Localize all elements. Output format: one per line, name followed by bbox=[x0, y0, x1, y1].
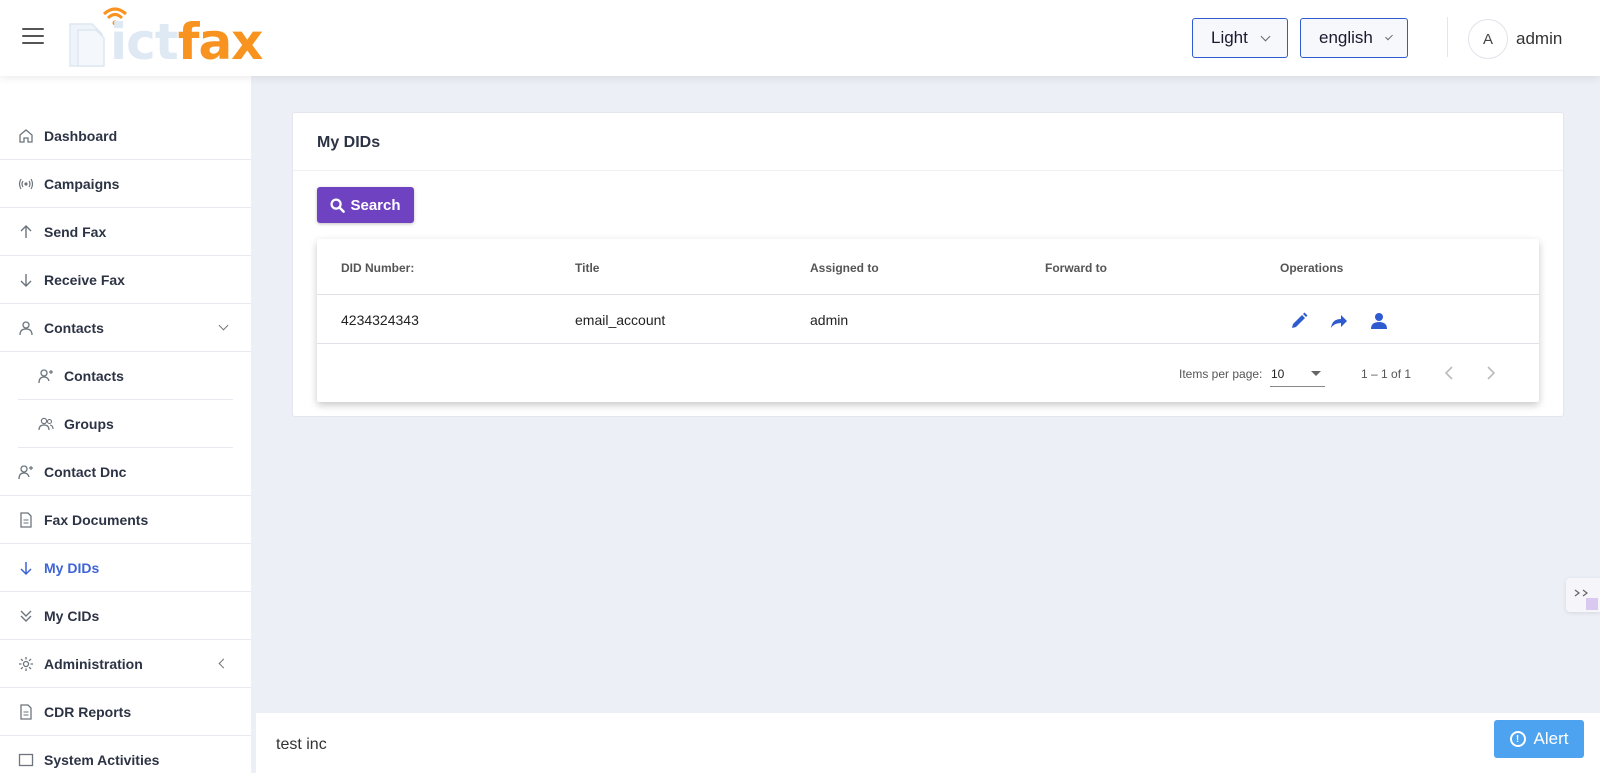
sidebar-subitem-contacts[interactable]: Contacts bbox=[18, 352, 233, 400]
sidebar-item-fax-documents[interactable]: Fax Documents bbox=[0, 496, 251, 544]
sidebar-item-label: Administration bbox=[44, 655, 143, 672]
sidebar-item-contacts[interactable]: Contacts bbox=[0, 304, 251, 352]
column-header-operations: Operations bbox=[1280, 261, 1344, 275]
logo: ictfax bbox=[66, 6, 286, 71]
sidebar-item-label: Contacts bbox=[44, 319, 104, 336]
assign-user-icon[interactable] bbox=[1369, 311, 1389, 331]
arrow-down-icon bbox=[20, 274, 32, 287]
arrow-down-icon bbox=[20, 562, 32, 576]
page-size-value: 10 bbox=[1271, 367, 1285, 381]
user-icon bbox=[19, 321, 33, 336]
table-row: 4234324343 email_account admin bbox=[317, 295, 1539, 344]
avatar[interactable]: A bbox=[1468, 19, 1508, 59]
search-button-label: Search bbox=[350, 196, 401, 214]
logo-text-fax: fax bbox=[177, 13, 264, 71]
theme-select[interactable]: Light bbox=[1192, 18, 1288, 58]
cell-assigned-to: admin bbox=[810, 312, 849, 328]
dropdown-arrow-icon bbox=[1311, 371, 1321, 376]
alert-button[interactable]: ! Alert bbox=[1494, 720, 1584, 758]
alert-button-label: Alert bbox=[1533, 729, 1569, 748]
sidebar-item-label: CDR Reports bbox=[44, 703, 132, 720]
sidebar-item-label: System Activities bbox=[44, 751, 160, 768]
search-button[interactable]: Search bbox=[317, 187, 414, 223]
footer: test inc bbox=[256, 713, 1600, 773]
menu-toggle-icon[interactable] bbox=[22, 28, 44, 46]
page-title: My DIDs bbox=[317, 134, 381, 151]
sidebar-item-label: Groups bbox=[64, 415, 114, 432]
page-range-label: 1 – 1 of 1 bbox=[1361, 367, 1412, 381]
sidebar-item-receive-fax[interactable]: Receive Fax bbox=[0, 256, 251, 304]
top-header: ictfax Light english A admin bbox=[0, 0, 1600, 76]
sidebar-item-label: Send Fax bbox=[44, 223, 107, 240]
chevron-down-icon bbox=[218, 320, 229, 331]
document-icon bbox=[20, 512, 32, 528]
user-plus-icon bbox=[38, 369, 53, 384]
sidebar-item-label: My DIDs bbox=[44, 559, 100, 576]
items-per-page-label: Items per page: bbox=[1179, 367, 1263, 381]
sidebar: Dashboard Campaigns Send Fax Receive Fax… bbox=[0, 76, 251, 773]
user-plus-icon bbox=[18, 465, 33, 480]
info-icon: ! bbox=[1509, 731, 1526, 747]
edit-icon[interactable] bbox=[1289, 311, 1309, 331]
sidebar-item-label: My CIDs bbox=[44, 607, 100, 624]
footer-text: test inc bbox=[276, 736, 327, 753]
arrow-up-icon bbox=[20, 225, 32, 238]
dids-table: DID Number: Title Assigned to Forward to… bbox=[317, 239, 1539, 402]
page-size-select[interactable]: 10 bbox=[1270, 361, 1325, 387]
sidebar-item-label: Contact Dnc bbox=[44, 463, 127, 480]
my-dids-card: My DIDs Search DID Number: Title Assigne… bbox=[292, 112, 1564, 417]
language-select[interactable]: english bbox=[1300, 18, 1408, 58]
theme-select-value: Light bbox=[1211, 28, 1248, 47]
gear-icon bbox=[19, 657, 33, 671]
chevrons-down-icon bbox=[20, 610, 32, 622]
avatar-initial: A bbox=[1482, 30, 1493, 48]
sidebar-item-system-activities[interactable]: System Activities bbox=[0, 736, 251, 773]
sidebar-subitem-groups[interactable]: Groups bbox=[18, 400, 233, 448]
cell-title: email_account bbox=[575, 312, 666, 328]
sidebar-item-dashboard[interactable]: Dashboard bbox=[0, 112, 251, 160]
header-divider bbox=[1447, 17, 1448, 57]
sidebar-item-label: Dashboard bbox=[44, 127, 118, 144]
sidebar-item-my-cids[interactable]: My CIDs bbox=[0, 592, 251, 640]
language-select-value: english bbox=[1319, 28, 1373, 47]
logo-document-icon bbox=[69, 23, 105, 67]
chevron-down-icon bbox=[1385, 32, 1393, 40]
cell-did-number: 4234324343 bbox=[341, 312, 419, 328]
column-header-title[interactable]: Title bbox=[575, 261, 599, 275]
chevron-down-icon bbox=[1260, 31, 1271, 41]
document-icon bbox=[20, 704, 32, 720]
sidebar-item-label: Receive Fax bbox=[44, 271, 125, 288]
previous-page-icon[interactable] bbox=[1441, 364, 1459, 382]
sidebar-item-contact-dnc[interactable]: Contact Dnc bbox=[0, 448, 251, 496]
sidebar-item-cdr-reports[interactable]: CDR Reports bbox=[0, 688, 251, 736]
paginator: Items per page: 10 1 – 1 of 1 bbox=[317, 345, 1539, 401]
table-header: DID Number: Title Assigned to Forward to… bbox=[317, 239, 1539, 295]
column-header-assigned-to[interactable]: Assigned to bbox=[810, 261, 879, 275]
logo-text-ict: ict bbox=[110, 13, 179, 71]
users-icon bbox=[38, 417, 54, 431]
sidebar-item-campaigns[interactable]: Campaigns bbox=[0, 160, 251, 208]
column-header-forward-to[interactable]: Forward to bbox=[1045, 261, 1107, 275]
search-icon bbox=[330, 197, 346, 213]
username[interactable]: admin bbox=[1516, 29, 1562, 49]
sidebar-item-label: Contacts bbox=[64, 367, 124, 384]
chevron-left-icon bbox=[218, 658, 229, 669]
next-page-icon[interactable] bbox=[1481, 364, 1499, 382]
side-panel-toggle[interactable] bbox=[1566, 578, 1600, 612]
broadcast-icon bbox=[18, 178, 34, 190]
home-icon bbox=[19, 129, 33, 143]
sidebar-item-label: Campaigns bbox=[44, 175, 120, 192]
code-icon bbox=[1574, 589, 1598, 610]
window-icon bbox=[18, 753, 34, 767]
sidebar-item-administration[interactable]: Administration bbox=[0, 640, 251, 688]
sidebar-item-my-dids[interactable]: My DIDs bbox=[0, 544, 251, 592]
sidebar-item-send-fax[interactable]: Send Fax bbox=[0, 208, 251, 256]
sidebar-item-label: Fax Documents bbox=[44, 511, 149, 528]
forward-icon[interactable] bbox=[1329, 311, 1349, 331]
card-divider bbox=[293, 170, 1563, 171]
column-header-did-number[interactable]: DID Number: bbox=[341, 261, 414, 275]
